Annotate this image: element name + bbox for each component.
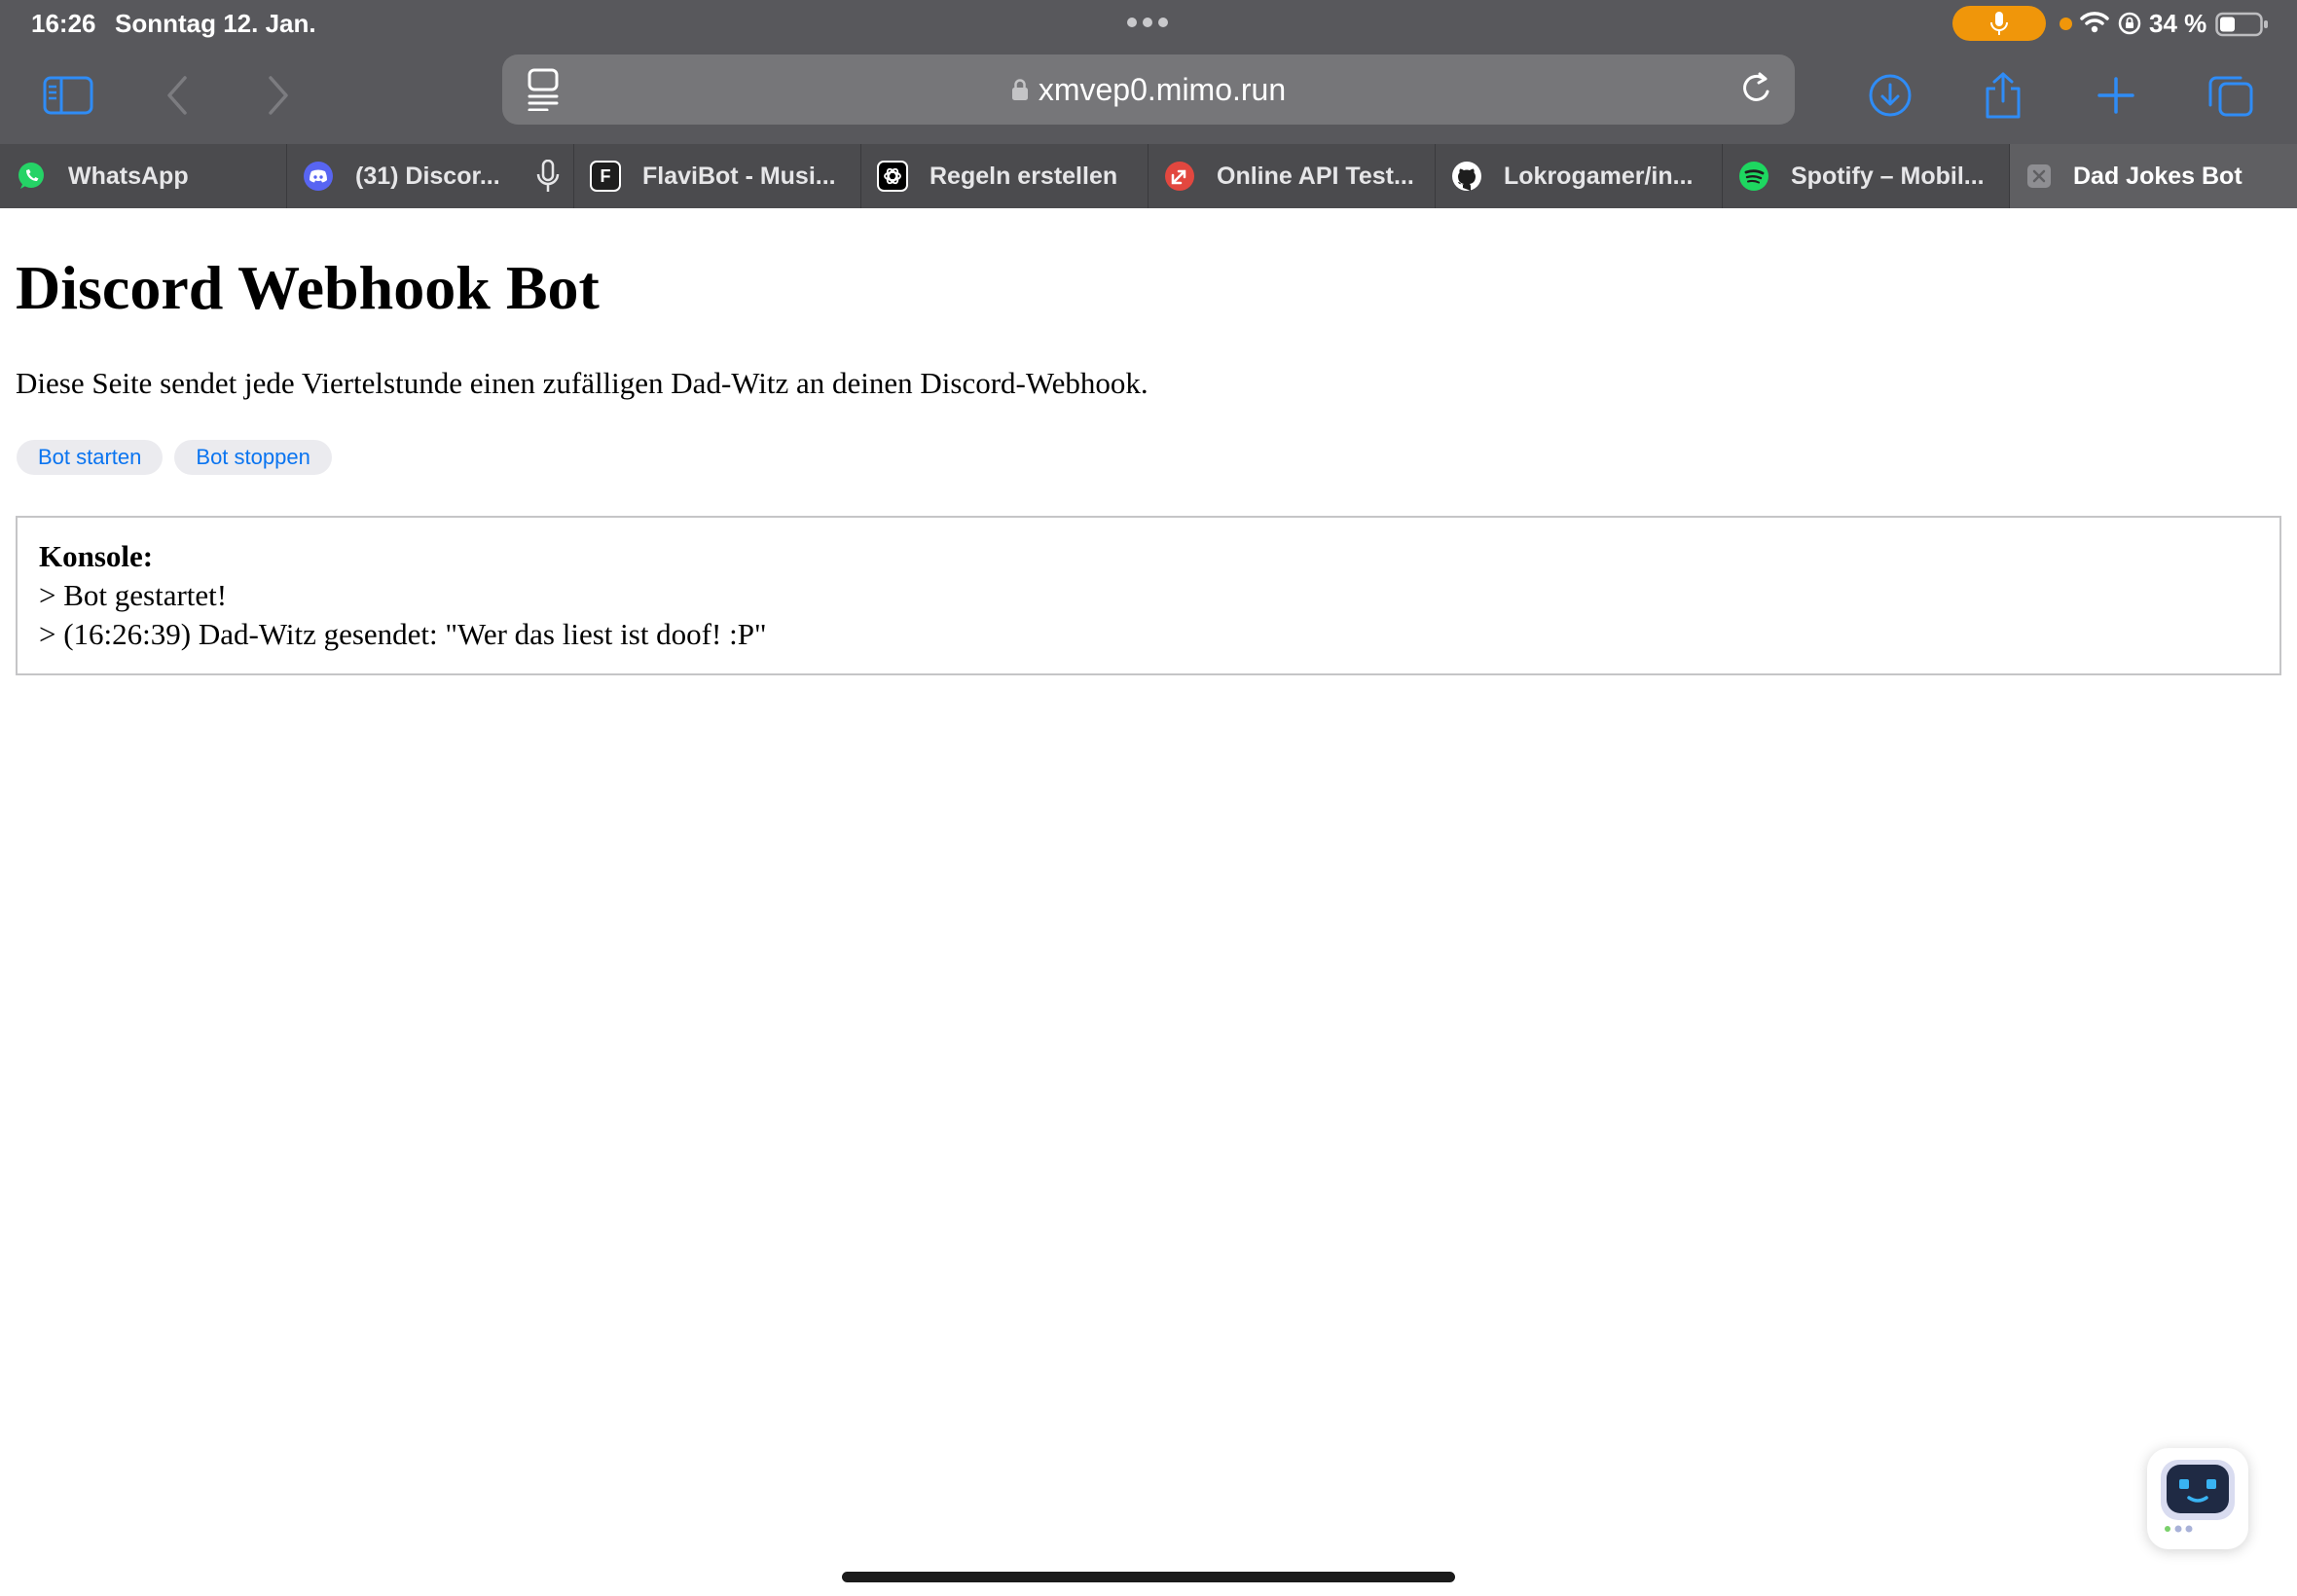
tab-github[interactable]: Lokrogamer/in... [1436,144,1723,208]
github-icon [1451,161,1482,192]
tab-dad-jokes-bot[interactable]: Dad Jokes Bot [2010,144,2297,208]
assistant-bot-button[interactable] [2147,1448,2248,1549]
console-line: > (16:26:39) Dad-Witz gesendet: "Wer das… [39,617,767,651]
openai-icon [877,161,908,192]
privacy-indicator-dot [2060,18,2072,30]
flavibot-icon: F [590,161,621,192]
tab-discord[interactable]: (31) Discor... [287,144,574,208]
tab-online-api-test[interactable]: Online API Test... [1148,144,1436,208]
tab-label: Online API Test... [1217,163,1414,190]
discord-icon [303,161,334,192]
home-indicator [842,1572,1455,1582]
sidebar-icon[interactable] [39,66,97,125]
start-bot-button[interactable]: Bot starten [17,440,164,475]
status-time: 16:26 [31,9,96,38]
console-panel: Konsole: > Bot gestartet! > (16:26:39) D… [16,516,2281,675]
tab-spotify[interactable]: Spotify – Mobil... [1723,144,2010,208]
tab-label: Dad Jokes Bot [2073,163,2242,190]
stop-bot-button[interactable]: Bot stoppen [174,440,332,475]
tab-regeln-erstellen[interactable]: Regeln erstellen [861,144,1148,208]
multitasking-dots-icon[interactable] [1127,18,1168,27]
web-page: Discord Webhook Bot Diese Seite sendet j… [0,208,2297,1596]
console-line: > Bot gestartet! [39,578,228,612]
page-description: Diese Seite sendet jede Viertelstunde ei… [16,366,1148,400]
whatsapp-icon [16,161,47,192]
tabs-overview-icon[interactable] [2202,66,2260,125]
tab-flavibot[interactable]: F FlaviBot - Musi... [574,144,861,208]
rotation-lock-icon [2118,12,2141,35]
tab-bar: WhatsApp (31) Discor... F FlaviBot - Mus… [0,144,2297,208]
tab-label: (31) Discor... [355,163,500,190]
robot-face-icon [2161,1460,2235,1533]
tab-label: Spotify – Mobil... [1791,163,1985,190]
reload-icon[interactable] [1738,70,1775,109]
api-tester-icon [1164,161,1195,192]
tab-whatsapp[interactable]: WhatsApp [0,144,287,208]
microphone-active-icon [1952,6,2046,41]
status-date: Sonntag 12. Jan. [115,9,316,38]
tab-label: FlaviBot - Musi... [642,163,836,190]
share-icon[interactable] [1974,66,2032,125]
back-icon[interactable] [148,66,206,125]
page-title: Discord Webhook Bot [16,253,600,322]
tab-label: Regeln erstellen [930,163,1118,190]
url-text[interactable]: xmvep0.mimo.run [1039,72,1286,108]
browser-toolbar: xmvep0.mimo.run [0,47,2297,144]
download-icon[interactable] [1861,66,1919,125]
tab-label: Lokrogamer/in... [1504,163,1694,190]
tab-microphone-icon[interactable] [536,160,560,193]
console-title: Konsole: [39,539,154,573]
lock-icon [1011,79,1028,100]
battery-icon [2215,12,2268,37]
forward-icon[interactable] [249,66,308,125]
battery-percentage: 34 % [2149,9,2207,38]
button-row: Bot starten Bot stoppen [17,440,332,475]
address-bar[interactable]: xmvep0.mimo.run [502,54,1795,125]
wifi-icon [2080,12,2109,33]
spotify-icon [1738,161,1769,192]
status-bar: 16:26 Sonntag 12. Jan. 34 % [0,0,2297,47]
tab-label: WhatsApp [68,163,189,190]
close-tab-icon[interactable] [2027,164,2051,188]
new-tab-icon[interactable] [2087,66,2145,125]
